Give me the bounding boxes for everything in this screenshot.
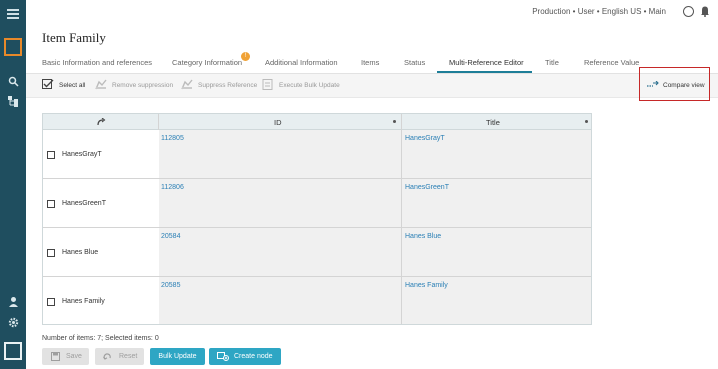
save-label: Save	[66, 353, 82, 360]
save-button[interactable]: Save	[42, 348, 89, 365]
top-bar: Production • User • English US • Main	[26, 0, 718, 24]
grid-header: ID Title	[43, 114, 591, 130]
column-header-title[interactable]: Title	[486, 118, 500, 127]
remove-suppression-label: Remove suppression	[112, 82, 174, 89]
select-all-label: Select all	[59, 82, 86, 89]
app-logo[interactable]	[4, 38, 22, 56]
reference-grid: ID Title HanesGrayT 112805 HanesGrayT Ha…	[42, 113, 592, 325]
context-selector[interactable]: Production • User • English US • Main	[532, 7, 666, 16]
title-link[interactable]: HanesGreenT	[405, 184, 449, 191]
reset-icon	[103, 353, 111, 360]
menu-icon[interactable]	[7, 9, 19, 19]
row-name: HanesGrayT	[62, 151, 102, 158]
refresh-icon[interactable]	[97, 118, 106, 126]
tab-title[interactable]: Title	[545, 58, 559, 67]
tab-category-information[interactable]: Category Information	[172, 58, 242, 67]
table-row: Hanes Family 20585 Hanes Family	[43, 277, 591, 324]
column-menu-icon[interactable]	[393, 120, 396, 123]
left-rail	[0, 0, 26, 369]
active-tab-indicator	[437, 71, 532, 73]
title-link[interactable]: Hanes Blue	[405, 233, 441, 240]
search-icon[interactable]	[7, 76, 19, 88]
tab-items[interactable]: Items	[361, 58, 379, 67]
row-name-cell: HanesGreenT	[43, 179, 159, 227]
tab-basic-information[interactable]: Basic Information and references	[42, 58, 152, 67]
tab-additional-information[interactable]: Additional Information	[265, 58, 338, 67]
table-row: HanesGreenT 112806 HanesGreenT	[43, 179, 591, 228]
warning-badge: !	[241, 52, 250, 61]
row-name: HanesGreenT	[62, 200, 106, 207]
row-checkbox[interactable]	[47, 151, 55, 159]
tab-bar: Basic Information and references Categor…	[26, 52, 718, 74]
row-name: Hanes Family	[62, 298, 105, 305]
execute-bulk-update-label: Execute Bulk Update	[279, 82, 340, 89]
create-node-icon	[217, 352, 229, 361]
execute-bulk-update-button[interactable]: Execute Bulk Update	[262, 79, 340, 90]
page-title: Item Family	[42, 30, 106, 45]
id-link[interactable]: 20584	[161, 233, 180, 240]
toolbar: Select all Remove suppression Suppress R…	[26, 74, 718, 98]
gear-icon[interactable]	[7, 317, 19, 329]
save-icon	[51, 352, 60, 361]
row-checkbox[interactable]	[47, 200, 55, 208]
item-count: Number of items: 7; Selected items: 0	[42, 335, 159, 342]
tab-multi-reference-editor[interactable]: Multi-Reference Editor	[449, 58, 524, 67]
table-row: Hanes Blue 20584 Hanes Blue	[43, 228, 591, 277]
row-name-cell: Hanes Blue	[43, 228, 159, 276]
suppress-reference-label: Suppress Reference	[198, 82, 258, 89]
hierarchy-icon[interactable]	[7, 96, 19, 108]
row-name: Hanes Blue	[62, 249, 99, 256]
remove-suppression-button[interactable]: Remove suppression	[95, 79, 174, 90]
title-link[interactable]: Hanes Family	[405, 282, 448, 289]
suppress-reference-button[interactable]: Suppress Reference	[181, 79, 258, 90]
tab-status[interactable]: Status	[404, 58, 425, 67]
column-menu-icon[interactable]	[585, 120, 588, 123]
tab-reference-value[interactable]: Reference Value	[584, 58, 639, 67]
remove-suppression-icon	[95, 79, 107, 90]
compare-icon	[647, 81, 659, 87]
reset-button[interactable]: Reset	[95, 348, 144, 365]
row-name-cell: Hanes Family	[43, 277, 159, 324]
moon-icon[interactable]	[683, 6, 694, 17]
bulk-update-button[interactable]: Bulk Update	[150, 348, 205, 365]
create-node-label: Create node	[234, 353, 273, 360]
title-link[interactable]: HanesGrayT	[405, 135, 445, 142]
id-link[interactable]: 112806	[161, 184, 184, 191]
compare-view-button[interactable]: Compare view	[663, 82, 705, 89]
checkbox-icon	[42, 79, 54, 89]
column-header-id[interactable]: ID	[274, 118, 282, 127]
select-all-button[interactable]: Select all	[42, 79, 86, 89]
user-icon[interactable]	[7, 296, 19, 308]
row-checkbox[interactable]	[47, 298, 55, 306]
id-link[interactable]: 112805	[161, 135, 184, 142]
execute-bulk-update-icon	[262, 79, 273, 90]
create-node-button[interactable]: Create node	[209, 348, 281, 365]
row-name-cell: HanesGrayT	[43, 130, 159, 178]
row-checkbox[interactable]	[47, 249, 55, 257]
bell-icon[interactable]	[700, 5, 710, 17]
reset-label: Reset	[119, 353, 138, 360]
panel-toggle-icon[interactable]	[4, 342, 22, 360]
id-link[interactable]: 20585	[161, 282, 180, 289]
table-row: HanesGrayT 112805 HanesGrayT	[43, 130, 591, 179]
suppress-reference-icon	[181, 79, 193, 90]
